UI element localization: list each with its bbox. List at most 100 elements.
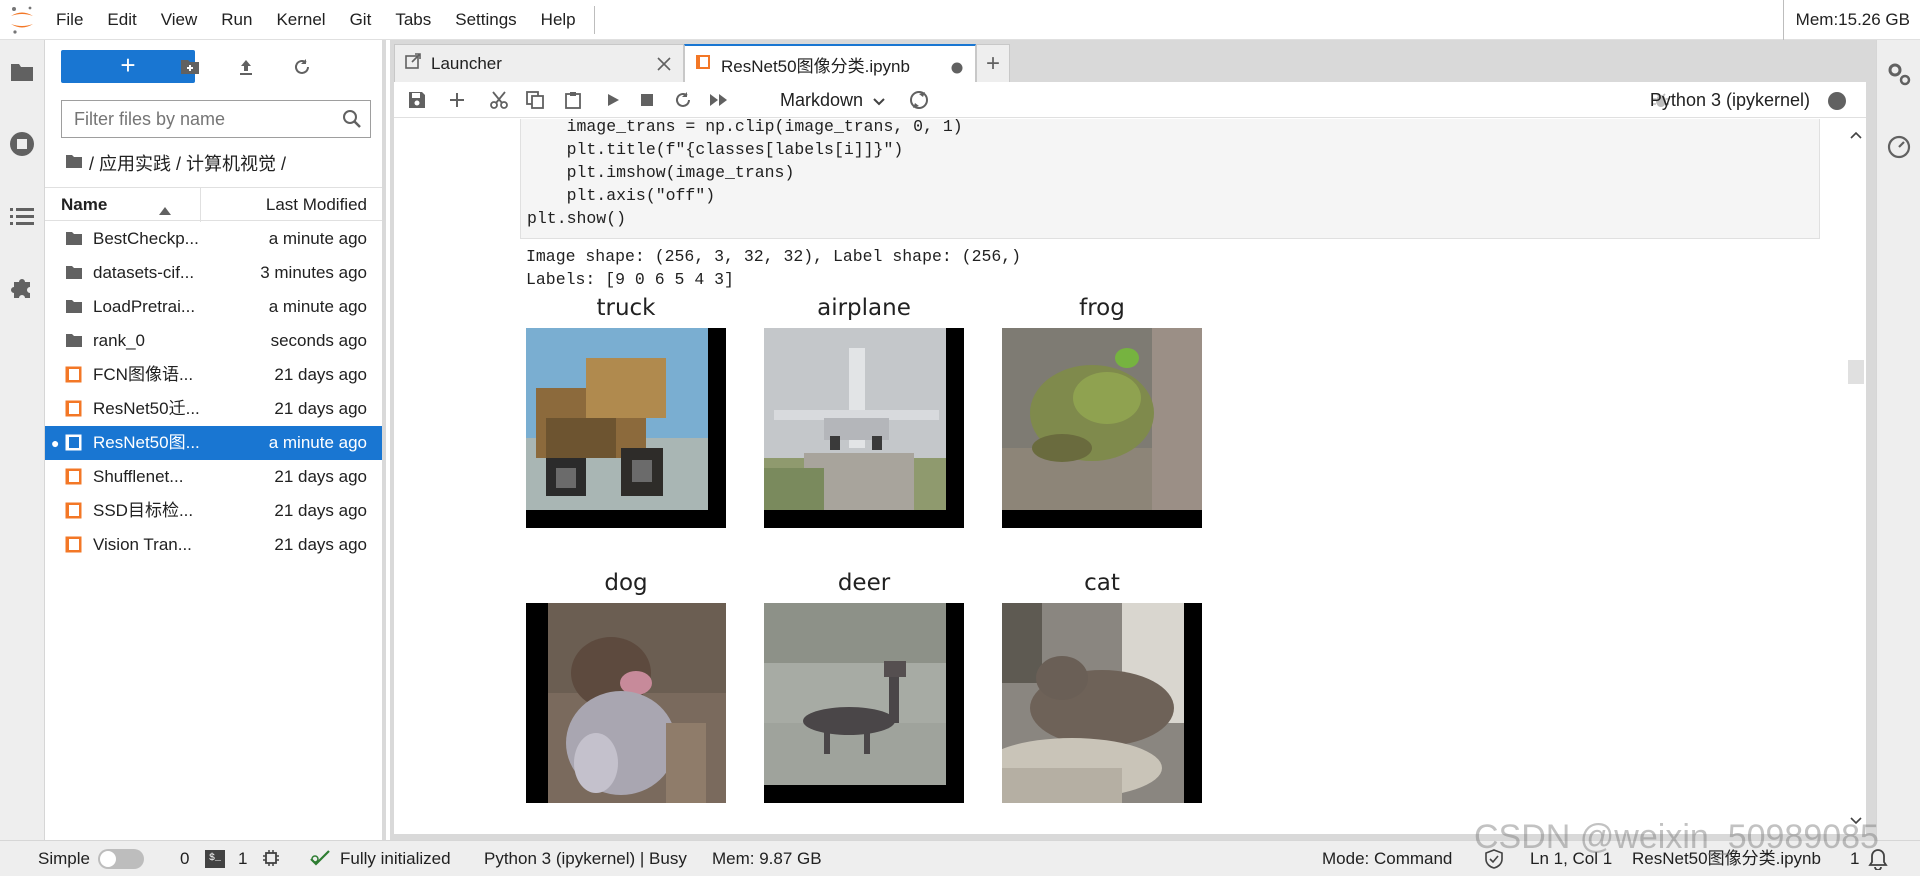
cell-type-dropdown[interactable]: Markdown [780,87,885,113]
image-title: frog [1079,295,1125,321]
menu-view[interactable]: View [149,0,210,40]
code-cell[interactable]: image_trans = np.clip(image_trans, 0, 1)… [520,119,1820,239]
chevron-down-icon [873,90,885,111]
notebook-icon [65,434,83,452]
running-sessions-icon[interactable] [8,130,36,158]
image-airplane [764,328,964,528]
folder-icon [65,230,83,248]
paste-icon[interactable] [560,87,586,113]
file-last-modified: a minute ago [268,297,367,316]
simple-mode-label: Simple [38,849,90,868]
column-divider[interactable] [200,188,201,222]
file-list-item[interactable]: SSD目标检... 21 days ago [45,494,382,528]
code-line-1: image_trans = np.clip(image_trans, 0, 1) [527,119,963,136]
extensions-puzzle-icon[interactable] [8,274,36,302]
tab-launcher[interactable]: Launcher [394,44,684,82]
image-title: airplane [817,295,911,321]
debugger-gauge-icon[interactable] [1885,132,1913,160]
menu-help[interactable]: Help [529,0,588,40]
kernel-name-button[interactable]: Python 3 (ipykernel) [1650,82,1810,118]
menu-settings[interactable]: Settings [443,0,528,40]
add-cell-icon[interactable] [444,87,470,113]
notebook-toolbar: Markdown Python 3 (ipykernel) [394,82,1866,118]
file-list-item[interactable]: Vision Tran... 21 days ago [45,528,382,562]
menu-file[interactable]: File [44,0,95,40]
refresh-icon[interactable] [289,54,315,80]
file-last-modified: 21 days ago [274,467,367,486]
copy-icon[interactable] [522,87,548,113]
add-tab-button[interactable]: + [976,44,1010,82]
unsaved-dot-icon[interactable] [951,59,963,79]
file-list-item[interactable]: ● ResNet50图... a minute ago [45,426,382,460]
simple-mode-toggle[interactable] [98,849,144,869]
close-icon[interactable] [657,56,671,76]
lsp-status[interactable]: Fully initialized [340,841,451,877]
image-title: truck [596,295,656,321]
property-inspector-gears-icon[interactable] [1885,60,1913,88]
column-name-header[interactable]: Name [61,188,107,222]
file-name: Vision Tran... [93,535,192,554]
notebook-scrollbar[interactable] [1846,119,1866,834]
file-list-item[interactable]: ResNet50迁... 21 days ago [45,392,382,426]
menu-run[interactable]: Run [209,0,264,40]
menu-git[interactable]: Git [338,0,384,40]
file-list-item[interactable]: datasets-cif... 3 minutes ago [45,256,382,290]
image-dog [526,603,726,803]
lsp-check-icon[interactable] [310,849,332,869]
file-list: BestCheckp... a minute ago datasets-cif...… [45,222,382,562]
folder-icon [65,332,83,350]
search-icon [342,109,362,134]
scrollbar-thumb[interactable] [1848,360,1864,384]
image-title: dog [604,570,648,596]
git-sync-icon[interactable] [906,87,932,113]
file-list-item[interactable]: FCN图像语... 21 days ago [45,358,382,392]
file-list-item[interactable]: LoadPretrai... a minute ago [45,290,382,324]
notebook-icon [65,400,83,418]
file-last-modified: 21 days ago [274,399,367,418]
file-last-modified: 21 days ago [274,501,367,520]
new-folder-icon[interactable] [177,54,203,80]
run-cell-icon[interactable] [600,87,626,113]
column-last-modified-header[interactable]: Last Modified [266,188,367,222]
file-name: BestCheckp... [93,229,199,248]
sort-ascending-icon[interactable] [159,200,171,220]
file-list-item[interactable]: Shufflenet... 21 days ago [45,460,382,494]
notebook-content[interactable]: image_trans = np.clip(image_trans, 0, 1)… [394,119,1866,834]
restart-kernel-icon[interactable] [670,87,696,113]
terminals-count[interactable]: 0 [180,841,189,877]
folder-icon [65,298,83,316]
main-dock-area: Launcher ResNet50图像分类.ipynb + Markdown P… [390,40,1876,840]
kernel-status-text[interactable]: Python 3 (ipykernel) | Busy [484,841,687,877]
menu-tabs[interactable]: Tabs [383,0,443,40]
filter-files-input[interactable] [74,108,334,130]
kernel-busy-indicator [1828,92,1846,110]
file-list-item[interactable]: BestCheckp... a minute ago [45,222,382,256]
table-of-contents-icon[interactable] [8,202,36,230]
menu-edit[interactable]: Edit [95,0,148,40]
image-frog [1002,328,1202,528]
folder-icon[interactable] [8,58,36,86]
new-launcher-button[interactable]: + [61,50,195,83]
restart-run-all-icon[interactable] [706,87,732,113]
breadcrumb[interactable]: / 应用实践 / 计算机视觉 / [65,150,286,176]
file-name: rank_0 [93,331,145,350]
filter-files-field[interactable] [61,100,371,138]
tab-notebook[interactable]: ResNet50图像分类.ipynb [684,44,976,82]
tab-notebook-label: ResNet50图像分类.ipynb [721,56,910,76]
scroll-up-icon[interactable] [1850,126,1862,144]
menu-kernel[interactable]: Kernel [264,0,337,40]
save-icon[interactable] [404,87,430,113]
file-last-modified: 21 days ago [274,535,367,554]
output-line-1: Image shape: (256, 3, 32, 32), Label sha… [526,247,1022,266]
cut-icon[interactable] [486,87,512,113]
kernel-cpu-icon [262,849,280,869]
kernels-count[interactable]: 1 [238,841,247,877]
image-cat [1002,603,1202,803]
interrupt-kernel-icon[interactable] [634,87,660,113]
file-name: FCN图像语... [93,365,194,384]
file-name: datasets-cif... [93,263,195,282]
upload-icon[interactable] [233,54,259,80]
file-last-modified: seconds ago [270,331,367,350]
file-list-item[interactable]: rank_0 seconds ago [45,324,382,358]
breadcrumb-path[interactable]: / 应用实践 / 计算机视觉 / [89,150,286,176]
